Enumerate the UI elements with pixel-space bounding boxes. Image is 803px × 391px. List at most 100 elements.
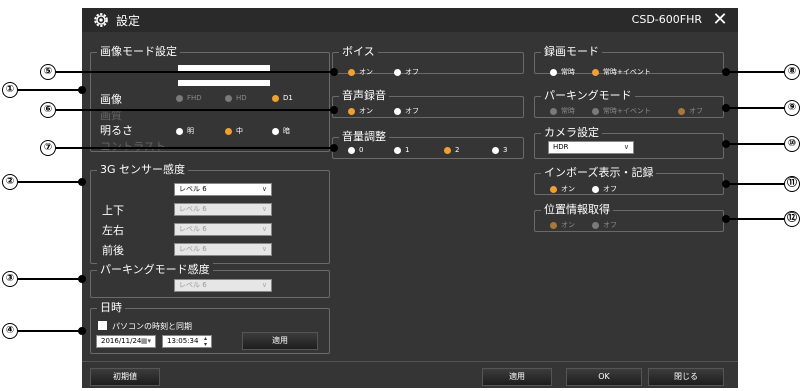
- location-on[interactable]: オン: [550, 220, 575, 230]
- callout-line-12: [726, 218, 784, 220]
- brightness-option-dark[interactable]: 暗: [272, 126, 290, 136]
- rec-mode-event[interactable]: 常時+イベント: [592, 67, 651, 77]
- rec-mode-always[interactable]: 常時: [550, 67, 575, 77]
- radio-icon: [592, 221, 599, 229]
- inbose-off[interactable]: オフ: [592, 184, 617, 194]
- audio-rec-legend: 音声録音: [339, 89, 389, 103]
- image-slider-2[interactable]: [178, 80, 270, 86]
- time-value: 13:05:34: [167, 337, 199, 345]
- radio-icon: [592, 68, 599, 76]
- spinner-icon[interactable]: ▴ ▾: [204, 336, 207, 348]
- volume-1[interactable]: 1: [394, 146, 409, 154]
- frontback-value: レベル 6: [179, 245, 207, 253]
- radio-icon: [394, 146, 401, 154]
- image-option-fhd[interactable]: FHD: [176, 94, 202, 102]
- chevron-down-icon: ∨: [261, 281, 267, 289]
- g-sensor-select[interactable]: レベル 6 ∨: [174, 183, 272, 196]
- parking-sensitivity-legend: パーキングモード感度: [97, 263, 213, 277]
- camera-legend: カメラ設定: [541, 126, 602, 140]
- chevron-down-icon: ∨: [261, 185, 267, 193]
- time-field[interactable]: 13:05:34 ▴ ▾: [162, 335, 212, 348]
- rec-mode-always-label: 常時: [561, 68, 575, 76]
- rec-mode-legend: 録画モード: [541, 45, 602, 59]
- date-field[interactable]: 2016/11/24 ▦▾: [96, 335, 156, 348]
- callout-7: ⑦: [40, 140, 56, 156]
- updown-select[interactable]: レベル 6 ∨: [174, 203, 272, 216]
- parking-mode-always[interactable]: 常時: [550, 106, 575, 116]
- location-off[interactable]: オフ: [592, 220, 617, 230]
- radio-icon: [550, 221, 557, 229]
- radio-icon: [225, 94, 232, 102]
- parking-mode-off[interactable]: オフ: [678, 106, 703, 116]
- radio-icon: [550, 107, 557, 115]
- gear-icon: [94, 13, 108, 27]
- image-option-fhd-label: FHD: [187, 94, 202, 102]
- calendar-icon[interactable]: ▦▾: [141, 336, 151, 347]
- audio-rec-off-label: オフ: [405, 107, 419, 115]
- close-button[interactable]: 閉じる: [648, 368, 724, 386]
- leftright-select[interactable]: レベル 6 ∨: [174, 223, 272, 236]
- callout-1: ①: [2, 82, 18, 98]
- radio-icon: [272, 94, 279, 102]
- callout-5: ⑤: [40, 64, 56, 80]
- callout-line-5: [56, 71, 334, 73]
- settings-dialog: 設定 CSD-600FHR ✕ 画像モード設定 画像 FHD HD D1 画質 …: [82, 8, 738, 388]
- parking-mode-event[interactable]: 常時+イベント: [592, 106, 651, 116]
- ok-button[interactable]: OK: [566, 368, 642, 386]
- image-mode-legend: 画像モード設定: [97, 45, 180, 59]
- callout-10: ⑩: [784, 136, 800, 152]
- radio-icon: [550, 68, 557, 76]
- voice-off-label: オフ: [405, 68, 419, 76]
- inbose-on-label: オン: [561, 185, 575, 193]
- callout-line-8: [726, 71, 784, 73]
- radio-icon: [394, 68, 401, 76]
- parking-sensitivity-value: レベル 6: [179, 281, 207, 289]
- image-option-d1[interactable]: D1: [272, 94, 293, 102]
- image-option-hd[interactable]: HD: [225, 94, 247, 102]
- voice-on-label: オン: [359, 68, 373, 76]
- sync-label: パソコンの時刻と同期: [112, 322, 192, 331]
- radio-icon: [348, 68, 355, 76]
- frontback-select[interactable]: レベル 6 ∨: [174, 243, 272, 256]
- image-label: 画像: [100, 93, 122, 106]
- voice-off[interactable]: オフ: [394, 67, 419, 77]
- defaults-button[interactable]: 初期値: [90, 368, 160, 386]
- audio-rec-off[interactable]: オフ: [394, 106, 419, 116]
- brightness-option-mid[interactable]: 中: [225, 126, 243, 136]
- volume-0-label: 0: [359, 146, 364, 154]
- brightness-option-bright[interactable]: 明: [176, 126, 194, 136]
- volume-2[interactable]: 2: [444, 146, 459, 154]
- title-bar: 設定 CSD-600FHR ✕: [82, 8, 738, 32]
- inbose-on[interactable]: オン: [550, 184, 575, 194]
- g-sensor-legend: 3G センサー感度: [97, 163, 189, 177]
- audio-rec-on[interactable]: オン: [348, 106, 373, 116]
- callout-line-3: [18, 278, 82, 280]
- callout-6: ⑥: [40, 102, 56, 118]
- datetime-apply-button[interactable]: 適用: [242, 332, 318, 350]
- radio-icon: [348, 146, 355, 154]
- voice-on[interactable]: オン: [348, 67, 373, 77]
- callout-dot-2: [78, 178, 86, 186]
- callout-dot-5: [330, 68, 338, 76]
- callout-line-9: [726, 107, 784, 109]
- brightness-option-dark-label: 暗: [283, 127, 290, 135]
- sync-checkbox[interactable]: [98, 321, 107, 330]
- volume-3[interactable]: 3: [492, 146, 507, 154]
- radio-icon: [592, 185, 599, 193]
- parking-sensitivity-select[interactable]: レベル 6 ∨: [174, 279, 272, 292]
- leftright-value: レベル 6: [179, 225, 207, 233]
- contrast-label: コントラスト: [100, 138, 166, 154]
- apply-button[interactable]: 適用: [482, 368, 552, 386]
- audio-rec-on-label: オン: [359, 107, 373, 115]
- camera-select[interactable]: HDR ∨: [548, 141, 634, 154]
- model-name: CSD-600FHR: [631, 13, 702, 26]
- footer-divider: [82, 361, 738, 362]
- volume-0[interactable]: 0: [348, 146, 363, 154]
- location-legend: 位置情報取得: [541, 203, 613, 217]
- callout-line-6: [56, 109, 334, 111]
- close-icon[interactable]: ✕: [710, 10, 730, 30]
- inbose-off-label: オフ: [603, 185, 617, 193]
- camera-value: HDR: [553, 143, 569, 151]
- callout-3: ③: [2, 271, 18, 287]
- location-off-label: オフ: [603, 221, 617, 229]
